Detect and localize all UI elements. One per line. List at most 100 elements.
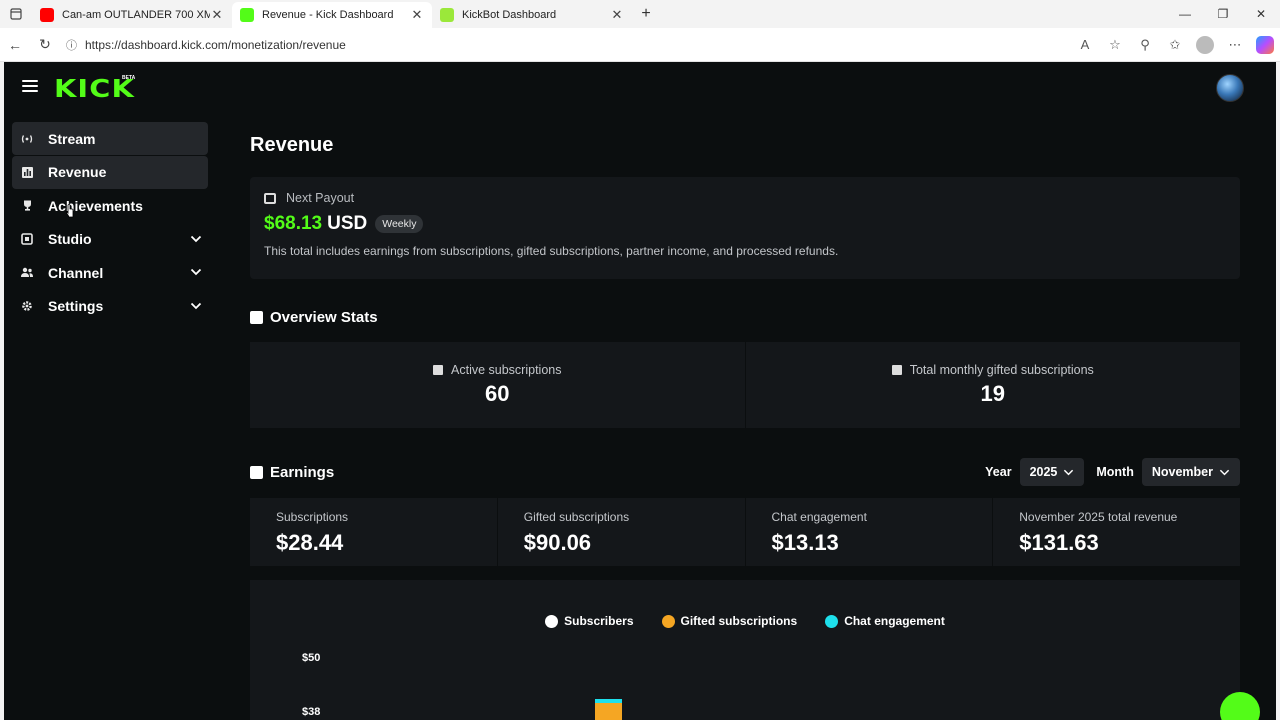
broadcast-icon xyxy=(20,132,34,146)
earning-value: $131.63 xyxy=(1019,530,1099,555)
payout-amount: $68.13 xyxy=(264,213,323,234)
chevron-down-icon xyxy=(1064,469,1074,475)
earning-value: $28.44 xyxy=(276,530,344,555)
url-text: https://dashboard.kick.com/monetization/… xyxy=(85,37,346,52)
minimize-icon[interactable]: — xyxy=(1166,0,1204,28)
legend-dot xyxy=(545,614,559,628)
site-info-icon[interactable]: ⓘ xyxy=(66,37,77,53)
legend-dot xyxy=(825,614,839,628)
year-select[interactable]: 2025 xyxy=(1019,458,1085,486)
close-tab-icon[interactable]: ✕ xyxy=(410,7,424,23)
payout-description: This total includes earnings from subscr… xyxy=(264,244,839,258)
browser-tab-youtube[interactable]: Can-am OUTLANDER 700 XMR™ F ✕ xyxy=(32,2,232,28)
month-select[interactable]: November xyxy=(1141,458,1240,486)
month-label: Month xyxy=(1096,465,1134,479)
sidebar-item-settings[interactable]: Settings xyxy=(12,290,208,323)
overview-stats-heading: Overview Stats xyxy=(250,309,1240,326)
chevron-down-icon[interactable] xyxy=(190,266,202,278)
favorite-star-icon[interactable]: ☆ xyxy=(1100,30,1130,60)
tab-title: Revenue - Kick Dashboard xyxy=(262,9,394,21)
payout-header: Next Payout xyxy=(286,191,355,205)
bar-chart-icon xyxy=(891,365,902,375)
close-tab-icon[interactable]: ✕ xyxy=(610,7,624,23)
extensions-icon[interactable]: ⚲ xyxy=(1130,30,1160,60)
browser-tab-revenue[interactable]: Revenue - Kick Dashboard ✕ xyxy=(232,2,432,28)
chevron-down-icon xyxy=(1219,469,1230,475)
earnings-cards: Subscriptions $28.44 Gifted subscription… xyxy=(250,498,1240,566)
earning-chat-engagement: Chat engagement $13.13 xyxy=(745,498,993,566)
overview-stats: Active subscriptions 60 Total monthly gi… xyxy=(250,342,1240,428)
bar-chart-icon xyxy=(250,465,263,479)
more-menu-icon[interactable]: ⋯ xyxy=(1220,30,1250,60)
sidebar-item-label: Studio xyxy=(48,231,92,247)
main-content: Revenue Next Payout $68.13 USD Weekly Th… xyxy=(250,122,1240,720)
address-bar: ← ↻ ⓘ https://dashboard.kick.com/monetiz… xyxy=(0,28,1280,62)
month-value: November xyxy=(1151,465,1213,479)
top-nav: KICK BETA xyxy=(4,62,1276,114)
stat-active-subscriptions: Active subscriptions 60 xyxy=(250,342,745,428)
next-payout-card: Next Payout $68.13 USD Weekly This total… xyxy=(250,177,1240,279)
sidebar-item-stream[interactable]: Stream xyxy=(12,122,208,155)
earning-label: Subscriptions xyxy=(276,510,349,524)
help-chat-button[interactable] xyxy=(1220,692,1260,720)
refresh-icon[interactable]: ↻ xyxy=(30,30,60,60)
earning-label: November 2025 total revenue xyxy=(1019,510,1178,524)
legend-subscribers[interactable]: Subscribers xyxy=(545,614,634,628)
wallet-icon xyxy=(264,192,276,204)
stat-value: 19 xyxy=(980,381,1005,406)
sidebar-item-channel[interactable]: Channel xyxy=(12,256,208,289)
kickbot-favicon-icon xyxy=(440,8,454,22)
legend-dot xyxy=(661,614,675,628)
sidebar-item-label: Stream xyxy=(48,130,96,147)
year-value: 2025 xyxy=(1029,465,1058,479)
chart-legend: Subscribers Gifted subscriptions Chat en… xyxy=(250,614,1240,628)
menu-icon[interactable] xyxy=(22,80,38,94)
close-window-icon[interactable]: ✕ xyxy=(1242,0,1280,28)
stat-label: Active subscriptions xyxy=(451,363,562,377)
chevron-down-icon[interactable] xyxy=(190,300,202,312)
legend-gifted-subscriptions[interactable]: Gifted subscriptions xyxy=(661,614,798,628)
url-field[interactable]: ⓘ https://dashboard.kick.com/monetizatio… xyxy=(60,32,1070,58)
sidebar-item-studio[interactable]: Studio xyxy=(12,223,208,256)
y-tick-label: $38 xyxy=(302,706,321,718)
sidebar-item-achievements[interactable]: Achievements xyxy=(12,189,208,222)
kick-dashboard: KICK BETA Stream Revenue Achievements St… xyxy=(4,62,1276,720)
restore-icon[interactable]: ❐ xyxy=(1204,0,1242,28)
back-icon[interactable]: ← xyxy=(0,30,30,60)
y-tick-label: $50 xyxy=(302,652,321,664)
stat-value: 60 xyxy=(485,381,510,406)
earnings-chart: Subscribers Gifted subscriptions Chat en… xyxy=(250,580,1240,720)
earning-value: $13.13 xyxy=(771,530,839,555)
sidebar-item-revenue[interactable]: Revenue xyxy=(12,155,208,189)
chevron-down-icon[interactable] xyxy=(190,233,202,245)
favorites-icon[interactable]: ✩ xyxy=(1160,30,1190,60)
section-title-text: Earnings xyxy=(270,463,335,481)
tab-title: Can-am OUTLANDER 700 XMR™ F xyxy=(62,9,210,21)
tab-actions-icon[interactable] xyxy=(0,0,32,28)
section-title-text: Overview Stats xyxy=(270,309,378,326)
read-aloud-icon[interactable]: A xyxy=(1070,30,1100,60)
bar-gifted-subscriptions[interactable] xyxy=(595,703,622,720)
legend-label: Gifted subscriptions xyxy=(680,614,798,628)
legend-label: Subscribers xyxy=(564,614,634,628)
profile-avatar[interactable] xyxy=(1196,35,1214,54)
beta-badge: BETA xyxy=(122,75,136,81)
legend-chat-engagement[interactable]: Chat engagement xyxy=(825,614,945,628)
copilot-icon[interactable] xyxy=(1256,35,1274,54)
stat-gifted-subscriptions: Total monthly gifted subscriptions 19 xyxy=(745,342,1240,428)
earnings-filters: Year 2025 Month November xyxy=(985,458,1240,486)
browser-toolbar: A ☆ ⚲ ✩ ⋯ xyxy=(1070,30,1280,60)
users-icon xyxy=(20,266,34,280)
close-tab-icon[interactable]: ✕ xyxy=(210,7,224,23)
browser-tab-kickbot[interactable]: KickBot Dashboard ✕ xyxy=(432,2,632,28)
earning-label: Chat engagement xyxy=(771,510,867,524)
legend-label: Chat engagement xyxy=(844,614,945,628)
earning-subscriptions: Subscriptions $28.44 xyxy=(250,498,497,566)
sidebar-item-label: Revenue xyxy=(48,164,107,180)
kick-favicon-icon xyxy=(240,8,254,22)
user-avatar[interactable] xyxy=(1216,74,1244,102)
payout-frequency-badge: Weekly xyxy=(375,215,424,233)
new-tab-button[interactable]: + xyxy=(632,5,660,23)
stats-icon xyxy=(250,311,263,324)
earnings-heading: Earnings xyxy=(250,464,334,481)
